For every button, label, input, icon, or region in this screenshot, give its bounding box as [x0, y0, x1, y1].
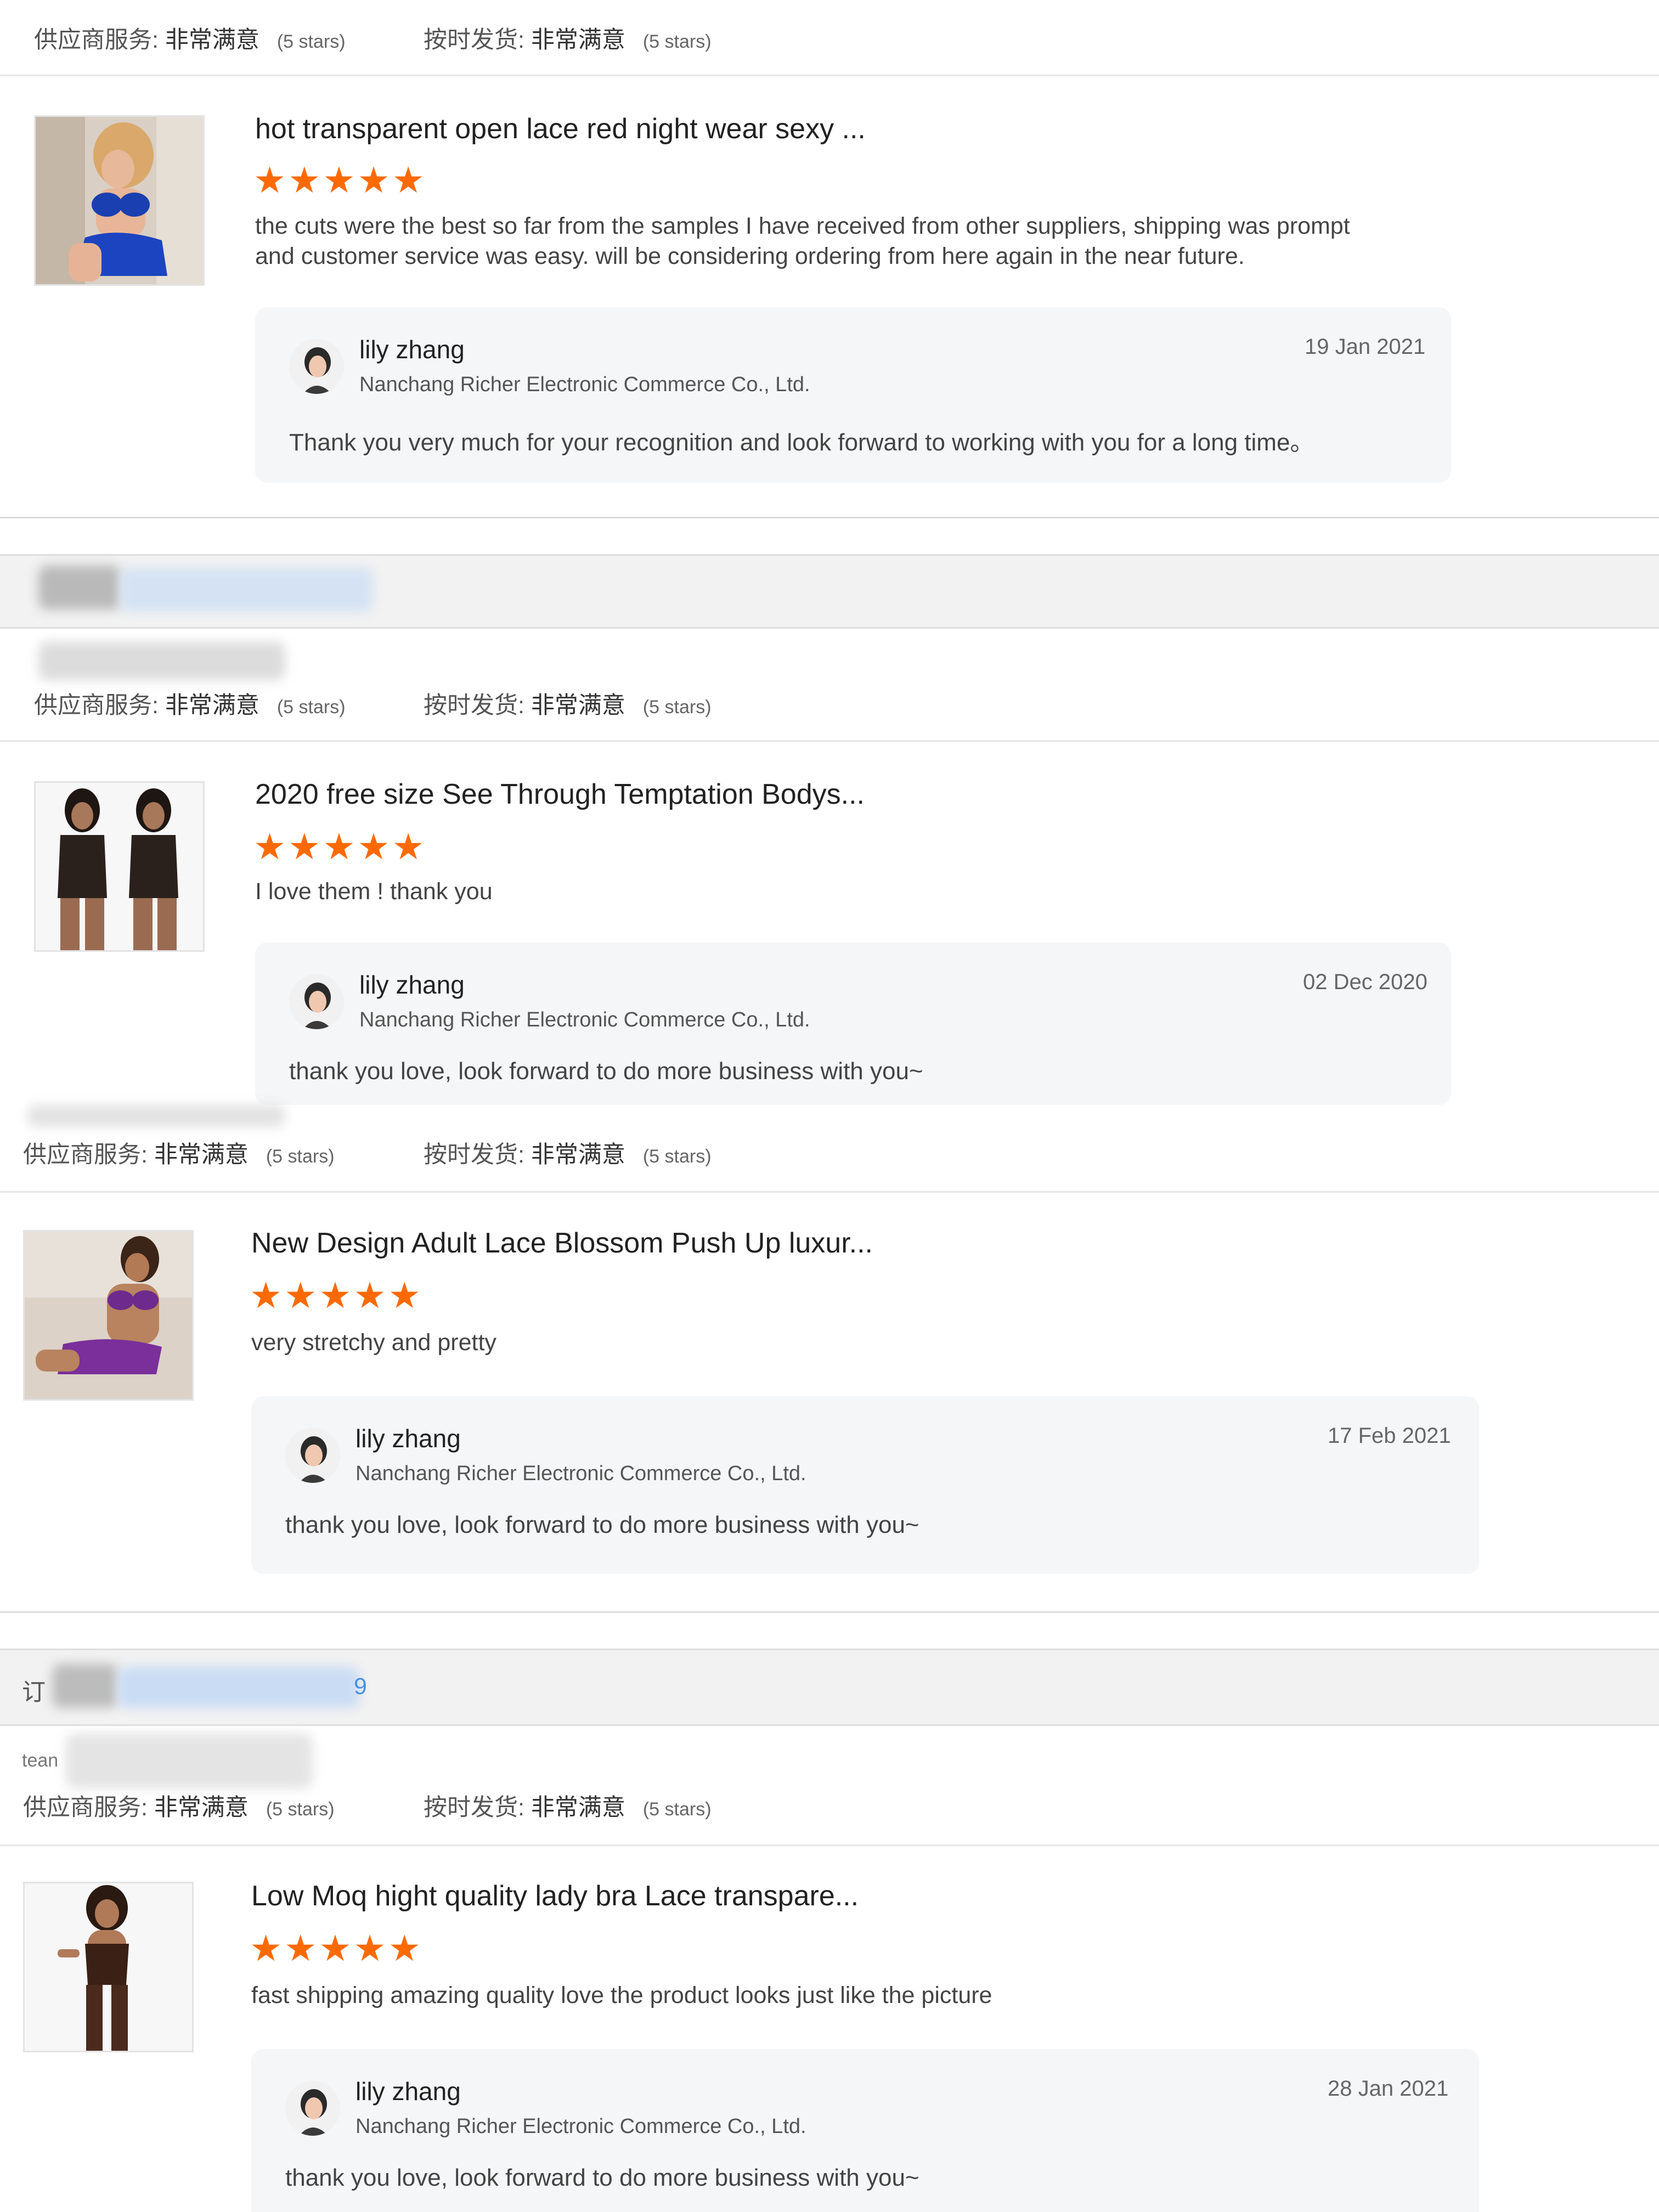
review-comment: very stretchy and pretty — [251, 1329, 496, 1356]
reply-text: Thank you very much for your recognition… — [289, 429, 1314, 456]
supplier-reply: lily zhang Nanchang Richer Electronic Co… — [251, 2049, 1479, 2212]
reply-company: Nanchang Richer Electronic Commerce Co.,… — [356, 1462, 806, 1485]
shipping-rating: 按时发货: 非常满意 (5 stars) — [424, 686, 712, 720]
divider — [0, 740, 1659, 742]
star-rating: ★★★★★ — [250, 1928, 423, 1968]
rating-row: 供应商服务: 非常满意 (5 stars) 按时发货: 非常满意 (5 star… — [0, 665, 1659, 742]
shipping-rating-label: 按时发货: — [424, 1142, 524, 1168]
supplier-rating-value: 非常满意 — [165, 27, 259, 53]
rating-row: 供应商服务: 非常满意 (5 stars) 按时发货: 非常满意 (5 star… — [0, 1113, 1659, 1193]
reply-date: 17 Feb 2021 — [1328, 1424, 1451, 1448]
avatar — [289, 974, 344, 1029]
supplier-rating-stars: (5 stars) — [266, 1146, 335, 1167]
supplier-rating: 供应商服务: 非常满意 (5 stars) — [23, 1788, 335, 1822]
supplier-rating: 供应商服务: 非常满意 (5 stars) — [23, 1136, 335, 1170]
reply-author-name: lily zhang — [359, 970, 465, 999]
redacted-order-id — [121, 568, 373, 612]
order-header — [0, 554, 1659, 629]
shipping-rating-stars: (5 stars) — [642, 697, 712, 718]
product-title[interactable]: New Design Adult Lace Blossom Push Up lu… — [251, 1227, 873, 1260]
supplier-rating-value: 非常满意 — [165, 692, 259, 719]
supplier-rating-label: 供应商服务: — [34, 692, 159, 719]
supplier-rating: 供应商服务: 非常满意 (5 stars) — [34, 21, 346, 55]
shipping-rating-value: 非常满意 — [531, 692, 625, 719]
rating-row: 供应商服务: 非常满意 (5 stars) 按时发货: 非常满意 (5 star… — [0, 0, 1659, 76]
supplier-rating-label: 供应商服务: — [23, 1142, 148, 1168]
product-thumbnail[interactable] — [34, 781, 205, 952]
rating-row: 供应商服务: 非常满意 (5 stars) 按时发货: 非常满意 (5 star… — [0, 1767, 1659, 1846]
reply-company: Nanchang Richer Electronic Commerce Co.,… — [359, 373, 810, 396]
reply-text: thank you love, look forward to do more … — [285, 1511, 919, 1538]
divider — [0, 1611, 1659, 1613]
avatar — [285, 1428, 340, 1483]
product-title[interactable]: 2020 free size See Through Temptation Bo… — [255, 778, 865, 811]
order-id-label: 订 — [22, 1679, 46, 1706]
shipping-rating-label: 按时发货: — [424, 692, 524, 719]
supplier-reply: lily zhang Nanchang Richer Electronic Co… — [255, 943, 1451, 1105]
reply-text: thank you love, look forward to do more … — [289, 1058, 923, 1085]
reply-company: Nanchang Richer Electronic Commerce Co.,… — [359, 1008, 810, 1031]
supplier-rating-stars: (5 stars) — [276, 31, 346, 52]
order-id-link[interactable]: 9 — [354, 1673, 367, 1700]
supplier-rating-label: 供应商服务: — [34, 27, 159, 53]
product-title[interactable]: Low Moq hight quality lady bra Lace tran… — [251, 1880, 859, 1912]
reply-date: 28 Jan 2021 — [1328, 2076, 1449, 2101]
reply-date: 19 Jan 2021 — [1305, 335, 1426, 359]
review-comment: fast shipping amazing quality love the p… — [251, 1982, 992, 2008]
star-rating: ★★★★★ — [253, 160, 427, 200]
shipping-rating-stars: (5 stars) — [642, 1799, 712, 1820]
shipping-rating-label: 按时发货: — [424, 1795, 524, 1821]
shipping-rating-label: 按时发货: — [424, 27, 524, 53]
divider — [0, 1191, 1659, 1193]
shipping-rating-stars: (5 stars) — [642, 1146, 712, 1167]
supplier-rating-value: 非常满意 — [154, 1142, 249, 1168]
supplier-rating-label: 供应商服务: — [23, 1795, 148, 1821]
divider — [0, 75, 1659, 76]
avatar — [285, 2081, 340, 2136]
shipping-rating: 按时发货: 非常满意 (5 stars) — [424, 21, 712, 55]
star-rating: ★★★★★ — [250, 1275, 423, 1316]
avatar — [289, 339, 344, 394]
reply-author-name: lily zhang — [359, 335, 465, 364]
star-rating: ★★★★★ — [253, 826, 427, 867]
reply-text: thank you love, look forward to do more … — [285, 2164, 919, 2191]
shipping-rating-value: 非常满意 — [531, 1142, 625, 1168]
reply-author-name: lily zhang — [356, 1424, 461, 1453]
divider — [0, 517, 1659, 518]
redacted-order-id — [38, 566, 121, 610]
reply-date: 02 Dec 2020 — [1303, 970, 1427, 994]
redacted-order-id — [52, 1664, 118, 1708]
shipping-rating-value: 非常满意 — [531, 27, 625, 53]
reply-author-name: lily zhang — [356, 2077, 461, 2106]
supplier-rating-stars: (5 stars) — [266, 1799, 335, 1820]
product-title[interactable]: hot transparent open lace red night wear… — [255, 112, 866, 145]
shipping-rating-stars: (5 stars) — [642, 31, 712, 52]
shipping-rating-value: 非常满意 — [531, 1795, 625, 1821]
supplier-rating: 供应商服务: 非常满意 (5 stars) — [34, 686, 346, 720]
redacted-order-id — [118, 1667, 359, 1708]
reply-company: Nanchang Richer Electronic Commerce Co.,… — [356, 2115, 806, 2138]
shipping-rating: 按时发货: 非常满意 (5 stars) — [424, 1788, 712, 1822]
product-thumbnail[interactable] — [23, 1882, 194, 2052]
supplier-rating-stars: (5 stars) — [276, 697, 346, 718]
supplier-rating-value: 非常满意 — [154, 1795, 249, 1821]
order-header: 订 9 — [0, 1649, 1659, 1726]
shipping-rating: 按时发货: 非常满意 (5 stars) — [424, 1136, 712, 1170]
divider — [0, 1844, 1659, 1846]
product-thumbnail[interactable] — [23, 1230, 194, 1401]
supplier-reply: lily zhang Nanchang Richer Electronic Co… — [255, 307, 1451, 483]
supplier-reply: lily zhang Nanchang Richer Electronic Co… — [251, 1396, 1479, 1574]
review-comment: the cuts were the best so far from the s… — [255, 213, 1350, 269]
review-comment: I love them ! thank you — [255, 878, 493, 905]
product-thumbnail[interactable] — [34, 115, 205, 286]
